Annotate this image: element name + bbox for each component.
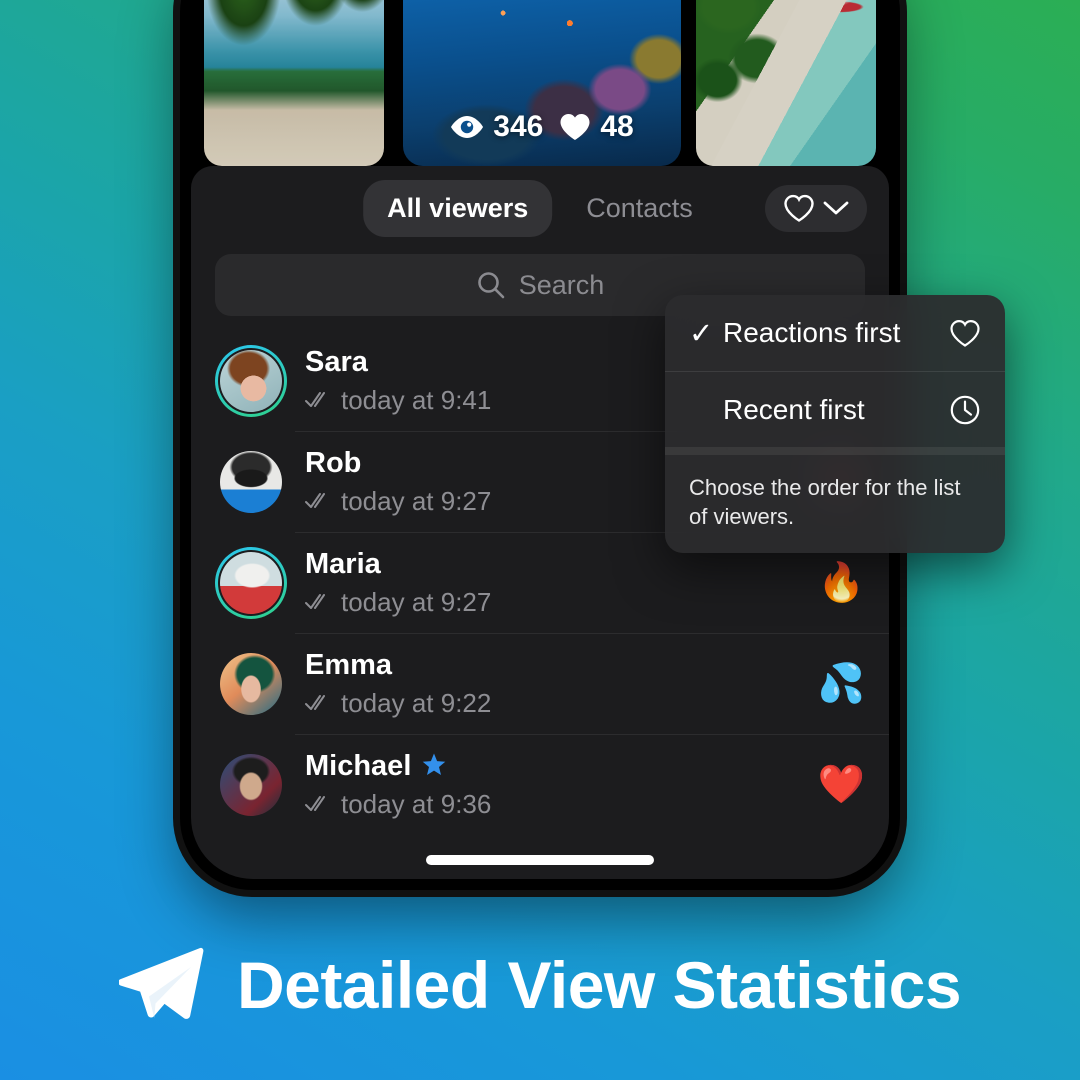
footer-title: Detailed View Statistics [236, 948, 962, 1022]
eye-icon [451, 116, 484, 138]
menu-item-recent-first[interactable]: Recent first [665, 371, 1005, 447]
story-card-right[interactable] [696, 0, 876, 166]
avatar [220, 652, 282, 715]
viewer-time-row: today at 9:36 [305, 789, 818, 820]
list-item[interactable]: Michael today at 9:36 ❤️ [191, 734, 889, 835]
viewer-reaction: 🔥 [817, 561, 865, 604]
heart-icon [560, 114, 590, 140]
double-check-icon [305, 695, 325, 710]
double-check-icon [305, 594, 325, 609]
viewer-time: today at 9:41 [341, 384, 492, 415]
viewer-reaction: ❤️ [817, 763, 865, 806]
reactions-counter: 48 [559, 110, 634, 144]
menu-item-reactions-first[interactable]: ✓ Reactions first [665, 295, 1005, 371]
checkmark-icon: ✓ [689, 317, 714, 350]
aerial-beach-seaplanes-photo [696, 0, 876, 166]
clock-icon [947, 394, 981, 426]
story-card-left[interactable] [204, 0, 384, 166]
tab-segment-group: All viewers Contacts [363, 179, 717, 237]
viewer-time: today at 9:27 [341, 586, 492, 617]
menu-item-label: Reactions first [723, 317, 901, 348]
viewer-time: today at 9:22 [341, 687, 492, 718]
viewer-time-row: today at 9:27 [305, 587, 818, 618]
avatar-ring [215, 749, 287, 821]
viewers-tab-bar: All viewers Contacts [191, 166, 889, 250]
avatar [220, 753, 282, 816]
sort-order-button[interactable] [765, 184, 867, 232]
tropical-beach-palms-photo [204, 0, 384, 166]
avatar [220, 551, 282, 614]
viewer-meta: Emma today at 9:22 [305, 649, 818, 719]
viewer-meta: Maria today at 9:27 [305, 548, 818, 618]
story-card-center[interactable]: 346 48 [403, 0, 681, 166]
chevron-down-icon [823, 201, 849, 215]
search-icon [477, 272, 505, 299]
double-check-icon [305, 493, 325, 508]
tab-all-viewers[interactable]: All viewers [363, 179, 553, 237]
viewer-time: today at 9:27 [341, 485, 492, 516]
viewer-time: today at 9:36 [341, 788, 492, 819]
viewer-name: Emma [305, 648, 393, 681]
sort-order-dropdown: ✓ Reactions first Recent first Choose th… [665, 295, 1005, 554]
heart-outline-icon [784, 194, 814, 222]
story-counters: 346 48 [403, 110, 681, 144]
list-item[interactable]: Emma today at 9:22 💦 [191, 633, 889, 734]
avatar [220, 450, 282, 513]
heart-outline-icon [947, 319, 981, 348]
premium-star-icon [423, 753, 446, 775]
search-placeholder: Search [518, 269, 605, 300]
avatar [220, 349, 282, 412]
avatar-ring [215, 546, 287, 619]
viewer-time-row: today at 9:22 [305, 688, 818, 719]
views-counter: 346 [450, 110, 543, 144]
double-check-icon [305, 392, 325, 407]
viewer-name: Michael [305, 750, 818, 783]
viewer-reaction: 💦 [817, 662, 865, 705]
double-check-icon [305, 796, 325, 811]
telegram-paper-plane-icon [118, 947, 204, 1019]
avatar-ring [215, 446, 287, 518]
reactions-count: 48 [600, 110, 634, 143]
avatar-ring [215, 344, 287, 417]
home-indicator [426, 855, 654, 865]
avatar-ring [215, 648, 287, 720]
footer-banner: Detailed View Statistics [0, 890, 1080, 1080]
views-count: 346 [493, 110, 544, 143]
viewer-meta: Michael today at 9:36 [305, 750, 818, 820]
menu-item-label: Recent first [723, 393, 865, 425]
dropdown-footnote: Choose the order for the list of viewers… [665, 447, 1005, 553]
tab-contacts[interactable]: Contacts [562, 180, 717, 237]
